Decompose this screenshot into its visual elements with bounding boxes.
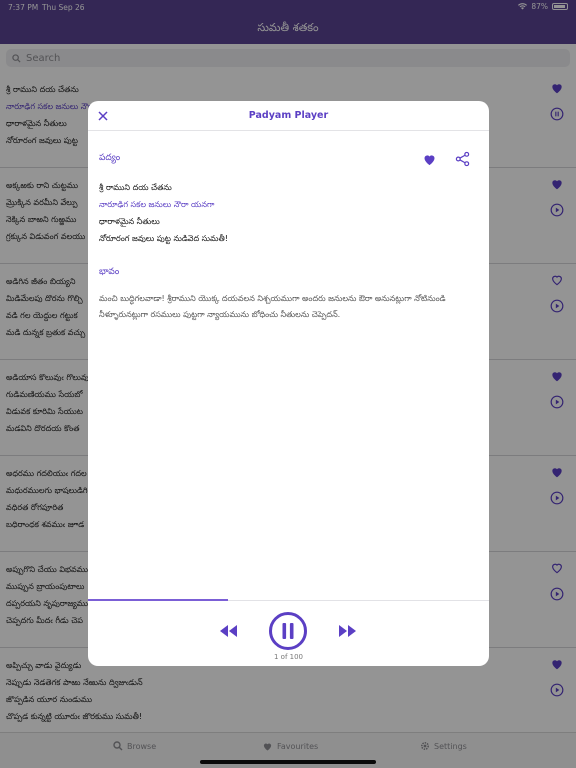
modal-header: Padyam Player bbox=[88, 101, 489, 131]
heart-filled-icon[interactable] bbox=[422, 152, 437, 167]
verse-block: శ్రీ రాముని దయ చేతను నారూఢిగ సకల జనులు న… bbox=[99, 179, 228, 247]
track-counter: 1 of 100 bbox=[273, 653, 303, 661]
playback-progress-fill bbox=[88, 599, 229, 601]
padyam-heading: పద్యం bbox=[99, 153, 121, 163]
rewind-icon[interactable] bbox=[217, 623, 239, 639]
bhavam-heading: భావం bbox=[99, 267, 120, 277]
share-icon[interactable] bbox=[455, 151, 470, 167]
meaning-text: మంచి బుద్ధిగలవాడా! శ్రీరాముని యొక్క దయవల… bbox=[99, 294, 446, 319]
padyam-player-modal: Padyam Player పద్యం శ్రీ రాముని దయ చేతను… bbox=[88, 101, 489, 666]
verse-line: శ్రీ రాముని దయ చేతను bbox=[99, 183, 172, 192]
modal-title: Padyam Player bbox=[248, 110, 329, 121]
verse-line-highlighted: నారూఢిగ సకల జనులు నౌరా యనగా bbox=[99, 200, 215, 209]
verse-line: ధారాళమైన నీతులు bbox=[99, 217, 160, 226]
fast-forward-icon[interactable] bbox=[337, 623, 359, 639]
pause-button[interactable] bbox=[268, 611, 308, 651]
verse-line: నోరూరంగ జవులు పుట్ట నుడివెద సుమతీ! bbox=[99, 234, 228, 243]
